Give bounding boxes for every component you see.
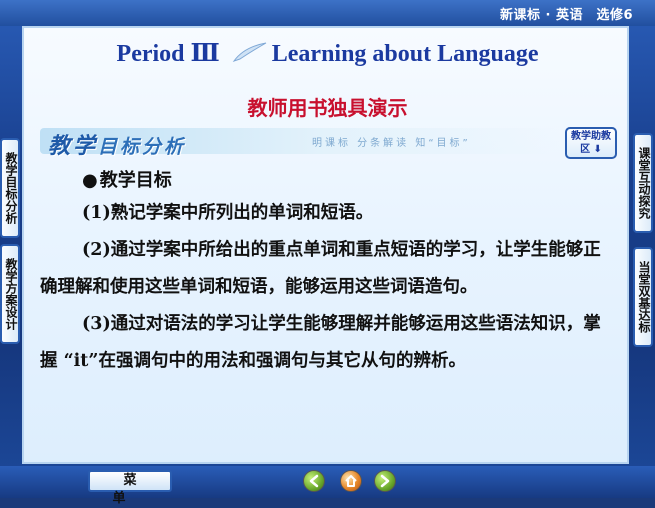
goal-item: (3)通过对语法的学习让学生能够理解并能够运用这些语法知识，掌握 “it”在强调… bbox=[40, 314, 601, 371]
prev-button[interactable] bbox=[303, 470, 325, 492]
goal-heading-text: 教学目标 bbox=[99, 170, 172, 191]
home-button[interactable] bbox=[340, 470, 362, 492]
subtitle: 教师用书独具演示 bbox=[247, 96, 408, 120]
arrow-right-icon bbox=[380, 474, 390, 488]
menu-button[interactable]: 菜单 bbox=[88, 470, 172, 506]
course-label: 新课标 · 英语 选修6 bbox=[499, 8, 633, 23]
next-button[interactable] bbox=[374, 470, 396, 492]
help-area-label: 教学助教区 bbox=[571, 131, 611, 155]
section-title: 教学目标分析 bbox=[48, 128, 186, 160]
section-title-rest: 目标分析 bbox=[98, 136, 187, 158]
home-icon bbox=[345, 475, 357, 487]
goal-item: (2)通过学案中所给出的重点单词和重点短语的学习，让学生能够正确理解和使用这些单… bbox=[40, 240, 601, 297]
goal-heading: ● 教学目标 bbox=[82, 166, 618, 192]
content-body: ● 教学目标 (1)熟记学案中所列出的单词和短语。 (2)通过学案中所给出的重点单… bbox=[40, 160, 618, 380]
period-label: Period Ⅲ bbox=[116, 41, 220, 67]
arrow-left-icon bbox=[309, 474, 319, 488]
tab-basic-target[interactable]: 当堂双基达标 bbox=[633, 247, 653, 347]
help-area-button[interactable]: 教学助教区 ⬇ bbox=[565, 127, 617, 159]
section-slogan: 明课标 分条解读 知“目标” bbox=[312, 138, 471, 149]
tab-class-inquiry[interactable]: 课堂互动探究 bbox=[633, 133, 653, 233]
tab-goal-analysis[interactable]: 教学目标分析 bbox=[0, 138, 20, 238]
top-bar: 新课标 · 英语 选修6 bbox=[0, 0, 655, 26]
section-title-big: 教学 bbox=[48, 134, 99, 159]
tab-plan-design[interactable]: 教学方案设计 bbox=[0, 244, 20, 344]
arrow-down-icon: ⬇ bbox=[593, 144, 602, 155]
feather-icon bbox=[232, 42, 266, 62]
goal-item: (1)熟记学案中所列出的单词和短语。 bbox=[82, 203, 374, 223]
bullet-icon: ● bbox=[82, 170, 98, 191]
page-title: Period Ⅲ Learning about Language bbox=[0, 38, 655, 68]
topic-label: Learning about Language bbox=[271, 41, 539, 67]
